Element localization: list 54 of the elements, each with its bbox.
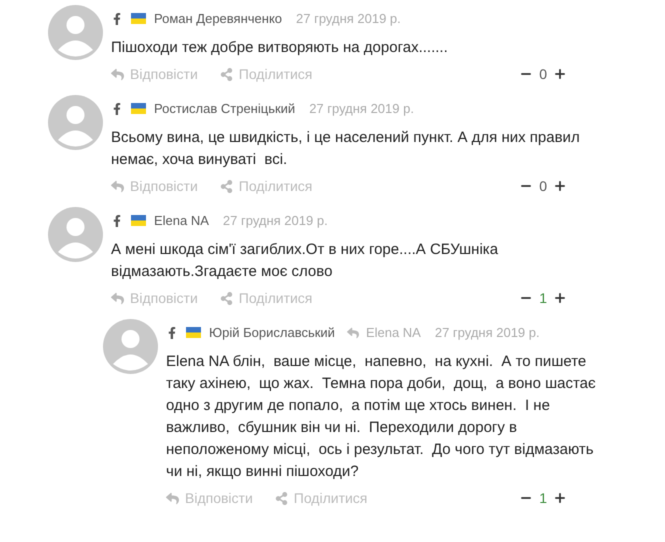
comment-date: 27 грудня 2019 р. (296, 11, 401, 26)
flag-icon (131, 215, 146, 226)
reply-icon (111, 292, 124, 304)
score-count: 1 (539, 290, 547, 306)
reply-icon (111, 180, 124, 192)
comment-text: Всьому вина, це швидкість, і це населений пункт. А для них правил немає, хоча винуваті всі. (111, 128, 581, 170)
author-name[interactable]: Elena NA (154, 213, 209, 228)
comment-date: 27 грудня 2019 р. (434, 325, 540, 340)
flag-icon (131, 13, 146, 24)
reply-icon (346, 326, 359, 338)
avatar-icon (48, 207, 103, 262)
upvote-button[interactable] (553, 291, 567, 305)
share-icon (220, 180, 233, 192)
plus-icon (553, 179, 567, 193)
score-count: 1 (539, 490, 547, 506)
reply-link[interactable]: Відповісти (111, 290, 198, 306)
comment-text: А мені шкода сім'ї загиблих.От в них горе....А СБУшніка відмазають.Згадаєте моє слово (111, 240, 500, 282)
share-link[interactable]: Поділитися (220, 178, 312, 194)
author-name[interactable]: Ростислав Стреніцький (154, 101, 296, 116)
plus-icon (553, 491, 567, 505)
reply-link[interactable]: Відповісти (111, 178, 198, 194)
avatar-icon (48, 95, 103, 150)
avatar-icon (103, 319, 158, 374)
reply-icon (111, 68, 124, 80)
flag-icon (131, 103, 146, 114)
reply-link[interactable]: Відповісти (166, 490, 253, 506)
flag-icon (186, 327, 201, 338)
share-icon (220, 68, 233, 80)
upvote-button[interactable] (553, 491, 567, 505)
share-link[interactable]: Поділитися (274, 490, 368, 506)
share-link[interactable]: Поділитися (220, 66, 312, 82)
comment-date: 27 грудня 2019 р. (222, 213, 328, 228)
facebook-icon[interactable] (111, 102, 123, 114)
reply-icon (166, 492, 179, 504)
comment-text: Elena NA блін, ваше місце, напевно, на кухні. А то пишете таку ахінею, що жах. Темна пора доби, дощ, а воно шастає одно з другим де попало, а потім ще хтось винен. І не важливо, сбушник він чи ні. Переходили дорогу в неположеному місці, ось і результат. До чого тут відмазають чи ні, якщо винні пішоходи? (166, 352, 596, 482)
author-name[interactable]: Роман Деревянченко (154, 11, 282, 26)
share-link[interactable]: Поділитися (220, 290, 312, 306)
upvote-button[interactable] (553, 67, 567, 81)
reply-to-name[interactable]: Elena NA (366, 325, 421, 340)
comment-text: Пішоходи теж добре витворяють на дорогах....... (111, 38, 449, 58)
facebook-icon[interactable] (111, 12, 123, 24)
score-count: 0 (539, 178, 547, 194)
plus-icon (553, 67, 567, 81)
comment-date: 27 грудня 2019 р. (309, 101, 414, 116)
upvote-button[interactable] (553, 179, 567, 193)
reply-link[interactable]: Відповісти (111, 66, 198, 82)
score-count: 0 (539, 66, 547, 82)
author-name[interactable]: Юрій Бориславський (209, 325, 335, 340)
share-icon (220, 292, 233, 304)
share-icon (274, 492, 288, 504)
facebook-icon[interactable] (166, 326, 178, 338)
facebook-icon[interactable] (111, 214, 123, 226)
plus-icon (553, 291, 567, 305)
avatar-icon (48, 5, 103, 60)
